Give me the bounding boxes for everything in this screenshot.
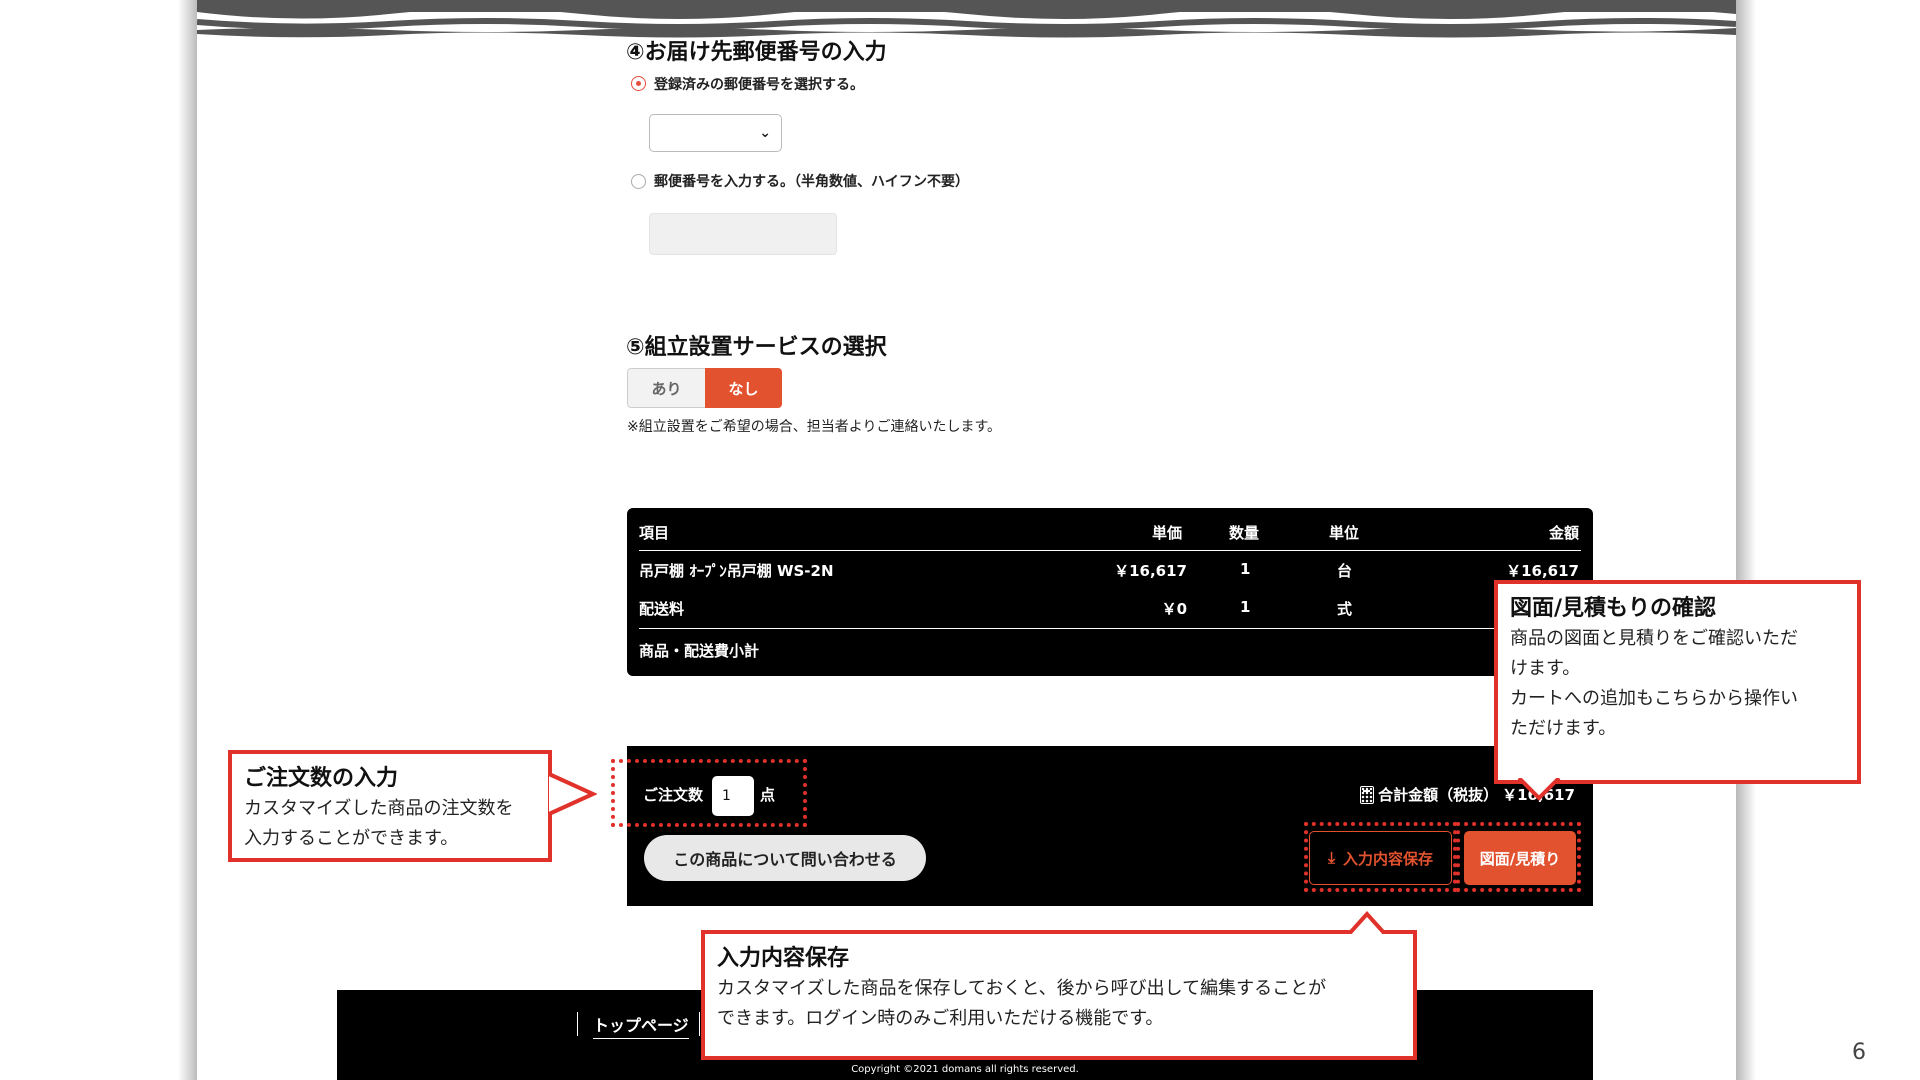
assembly-option-yes[interactable]: あり xyxy=(627,368,705,408)
slide-shadow-left xyxy=(178,0,198,1080)
table-row: 吊戸棚 ｵｰﾌﾟﾝ吊戸棚 WS-2N ￥16,617 1 台 ￥16,617 xyxy=(627,560,1593,584)
callout-save-body: カスタマイズした商品を保存しておくと、後から呼び出して編集することが xyxy=(717,978,1327,999)
highlight-quantity xyxy=(611,759,807,827)
radio-registered-label: 登録済みの郵便番号を選択する。 xyxy=(654,77,864,93)
callout-quantity-body: カスタマイズした商品の注文数を xyxy=(244,798,514,819)
subtotal-label: 商品・配送費小計 xyxy=(639,642,760,660)
row-item: 配送料 xyxy=(639,600,685,618)
footer-top-link[interactable]: トップページ xyxy=(593,1012,689,1039)
header-amount: 金額 xyxy=(1548,524,1579,542)
table-row: 配送料 ￥0 1 式 xyxy=(627,598,1593,622)
assembly-toggle: あり なし xyxy=(627,368,782,408)
callout-estimate-title: 図面/見積もりの確認 xyxy=(1510,596,1717,621)
inquiry-button[interactable]: この商品について問い合わせる xyxy=(644,835,926,881)
wave-border xyxy=(197,0,1736,38)
table-subtotal-row: 商品・配送費小計 xyxy=(627,640,1593,664)
header-quantity: 数量 xyxy=(1229,524,1260,542)
callout-save: 入力内容保存 カスタマイズした商品を保存しておくと、後から呼び出して編集すること… xyxy=(701,930,1417,1060)
callout-estimate-body: カートへの追加もこちらから操作い xyxy=(1510,688,1798,709)
radio-manual[interactable] xyxy=(631,174,646,189)
assembly-section-title: ⑤組立設置サービスの選択 xyxy=(626,335,887,360)
callout-estimate: 図面/見積もりの確認 商品の図面と見積りをご確認いただ けます。 カートへの追加… xyxy=(1494,580,1861,784)
highlight-save xyxy=(1304,822,1457,892)
header-item: 項目 xyxy=(639,524,670,542)
callout-quantity-body: 入力することができます。 xyxy=(244,828,459,849)
row-quantity: 1 xyxy=(1240,598,1251,616)
chevron-down-icon: ⌄ xyxy=(759,125,771,141)
total-label: 合計金額（税抜） xyxy=(1378,786,1499,804)
table-divider xyxy=(639,628,1581,629)
callout-quantity-pointer xyxy=(548,772,597,816)
slide-shadow-right xyxy=(1736,0,1756,1080)
callout-save-body: できます。ログイン時のみご利用いただける機能です。 xyxy=(717,1008,1164,1029)
row-amount: ￥16,617 xyxy=(1506,562,1579,580)
callout-save-pointer xyxy=(1347,911,1387,934)
footer-separator xyxy=(699,1012,700,1036)
row-unit: 式 xyxy=(1337,600,1353,618)
callout-estimate-body: 商品の図面と見積りをご確認いただ xyxy=(1510,628,1798,649)
calculator-icon xyxy=(1360,785,1375,804)
footer-separator xyxy=(577,1012,578,1036)
header-unit: 単位 xyxy=(1329,524,1360,542)
table-header: 項目 単価 数量 単位 金額 xyxy=(627,522,1593,546)
row-unit-price: ￥0 xyxy=(1161,600,1187,618)
row-unit: 台 xyxy=(1337,562,1353,580)
price-table: 項目 単価 数量 単位 金額 吊戸棚 ｵｰﾌﾟﾝ吊戸棚 WS-2N ￥16,61… xyxy=(627,508,1593,676)
table-divider xyxy=(639,550,1581,551)
callout-estimate-pointer xyxy=(1517,778,1561,801)
assembly-note: ※組立設置をご希望の場合、担当者よりご連絡いたします。 xyxy=(627,419,1002,435)
callout-save-title: 入力内容保存 xyxy=(717,946,850,971)
highlight-estimate xyxy=(1456,822,1581,892)
callout-quantity-title: ご注文数の入力 xyxy=(244,766,399,791)
postal-code-input[interactable] xyxy=(649,213,837,255)
slide-number: 6 xyxy=(1852,1040,1866,1065)
row-quantity: 1 xyxy=(1240,560,1251,578)
radio-registered[interactable] xyxy=(631,76,646,91)
callout-estimate-body: ただけます。 xyxy=(1510,718,1617,739)
assembly-option-no[interactable]: なし xyxy=(705,368,782,408)
callout-quantity: ご注文数の入力 カスタマイズした商品の注文数を 入力することができます。 xyxy=(228,750,552,862)
row-unit-price: ￥16,617 xyxy=(1114,562,1187,580)
postal-section-title: ④お届け先郵便番号の入力 xyxy=(626,40,887,65)
radio-manual-label: 郵便番号を入力する。（半角数値、ハイフン不要） xyxy=(654,174,969,190)
row-item: 吊戸棚 ｵｰﾌﾟﾝ吊戸棚 WS-2N xyxy=(639,562,834,580)
callout-estimate-body: けます。 xyxy=(1510,658,1581,679)
postal-select[interactable]: ⌄ xyxy=(649,114,782,152)
slide: ④お届け先郵便番号の入力 登録済みの郵便番号を選択する。 ⌄ 郵便番号を入力する… xyxy=(197,0,1861,1080)
footer-copyright: Copyright ©2021 domans all rights reserv… xyxy=(851,1064,1079,1075)
header-unit-price: 単価 xyxy=(1152,524,1183,542)
